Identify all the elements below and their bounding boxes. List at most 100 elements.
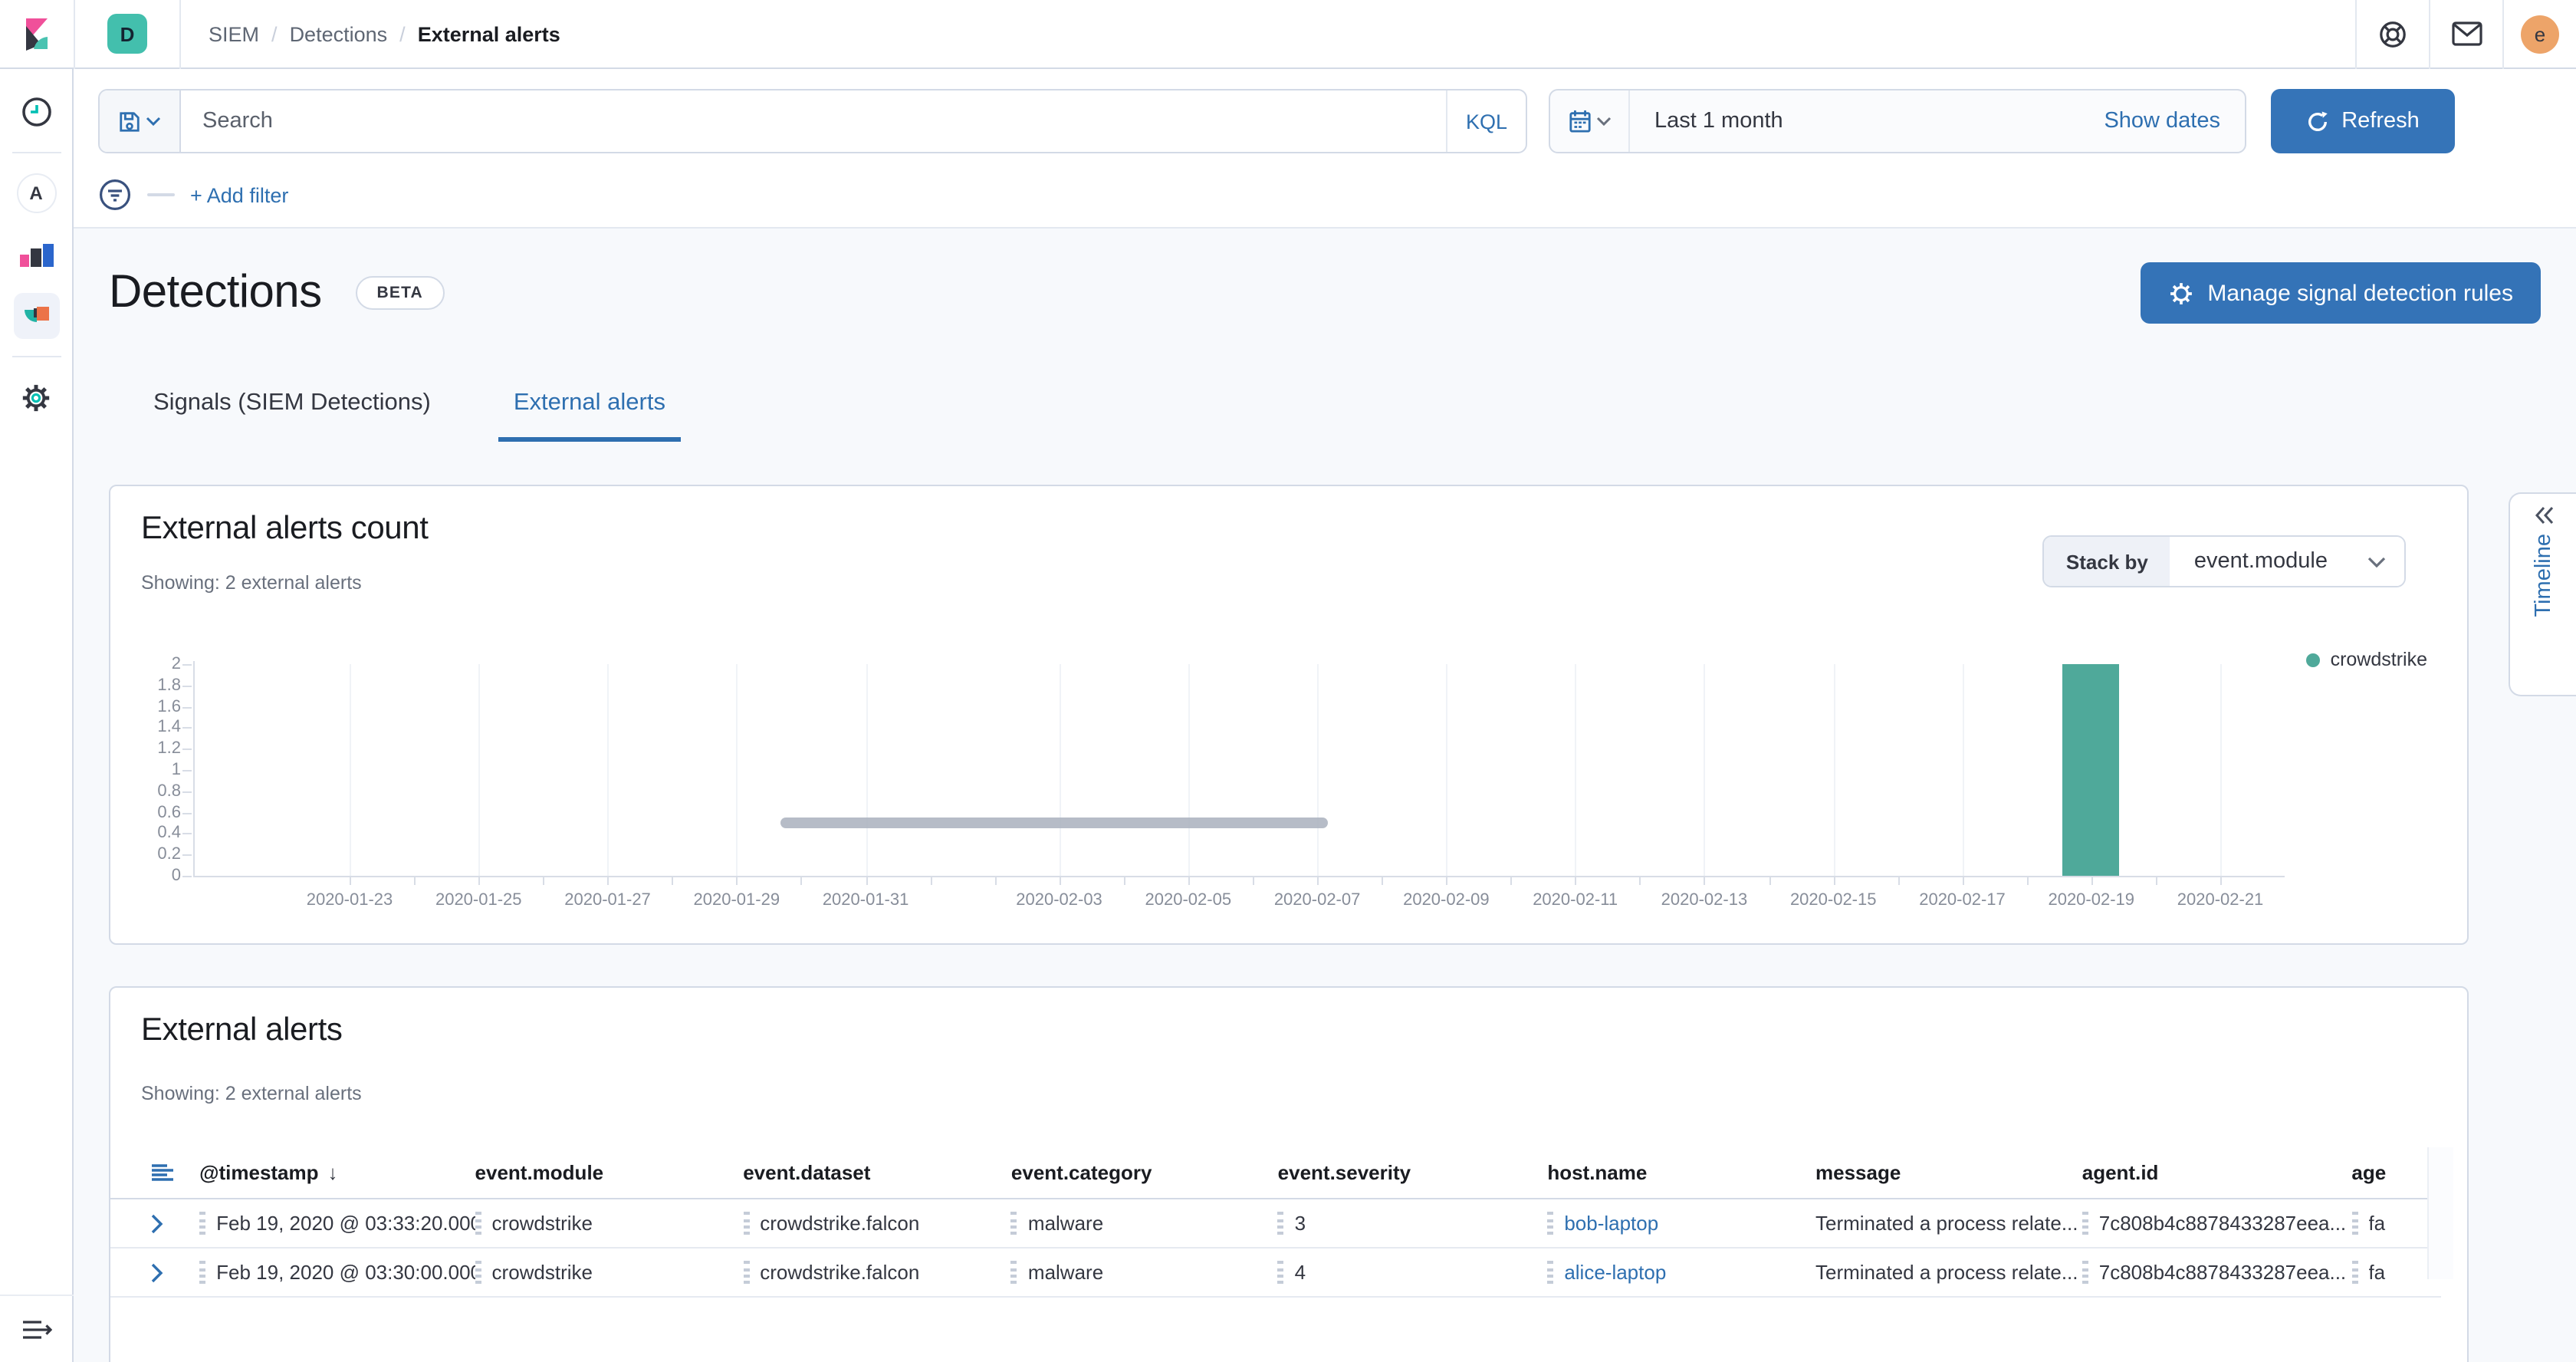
sidebar-item-app-a[interactable]: A <box>0 163 73 224</box>
newsfeed-button[interactable] <box>2430 0 2502 68</box>
add-filter-button[interactable]: + Add filter <box>190 183 288 206</box>
table-scrollbar-track[interactable] <box>2427 1147 2453 1279</box>
table-panel-subtitle: Showing: 2 external alerts <box>141 1083 362 1104</box>
drag-handle[interactable] <box>2082 1212 2088 1235</box>
chart-legend[interactable]: crowdstrike <box>2306 649 2427 670</box>
column-header-event-severity[interactable]: event.severity <box>1278 1161 1548 1184</box>
space-badge[interactable]: D <box>107 14 147 54</box>
x-axis-tick <box>1060 877 1061 885</box>
saved-query-menu-button[interactable] <box>100 90 181 152</box>
sidebar-item-management[interactable] <box>0 367 73 428</box>
drag-handle[interactable] <box>199 1261 205 1284</box>
external-alerts-bar-chart[interactable]: 00.20.40.60.811.21.41.61.822020-01-23202… <box>141 649 2303 928</box>
date-picker: Last 1 month Show dates <box>1549 89 2246 153</box>
x-gridline <box>737 664 738 876</box>
kibana-logo[interactable] <box>0 15 74 52</box>
timeline-flyout-toggle[interactable]: Timeline <box>2509 492 2576 696</box>
avatar: e <box>2521 15 2559 53</box>
column-header-event-module[interactable]: event.module <box>475 1161 744 1184</box>
refresh-button[interactable]: Refresh <box>2271 89 2455 153</box>
expand-row-icon[interactable] <box>150 1212 164 1234</box>
kql-switch-button[interactable]: KQL <box>1446 90 1526 152</box>
legend-dot <box>2306 653 2320 666</box>
agent-id-cell: 7c808b4c8878433287eea... <box>2099 1212 2346 1235</box>
timestamp-cell: Feb 19, 2020 @ 03:30:00.000 <box>216 1261 475 1284</box>
host-name-link[interactable]: bob-laptop <box>1564 1212 1658 1235</box>
drag-handle[interactable] <box>475 1212 481 1235</box>
filter-icon[interactable] <box>98 178 132 212</box>
host-name-link[interactable]: alice-laptop <box>1564 1261 1666 1284</box>
chevron-down-icon <box>1595 117 1611 126</box>
refresh-icon <box>2306 110 2329 133</box>
y-axis-tick-label: 0.2 <box>141 845 181 864</box>
x-axis-tick-label: 2020-02-19 <box>2027 891 2156 910</box>
drag-handle[interactable] <box>743 1261 749 1284</box>
filter-row: + Add filter <box>98 173 288 216</box>
y-axis-tick <box>182 812 192 814</box>
event-dataset-cell: crowdstrike.falcon <box>760 1212 919 1235</box>
drag-handle[interactable] <box>1011 1261 1017 1284</box>
drag-handle[interactable] <box>1011 1212 1017 1235</box>
tab-external-alerts[interactable]: External alerts <box>498 377 681 442</box>
drag-handle[interactable] <box>2351 1212 2358 1235</box>
y-axis-tick-label: 1 <box>141 761 181 779</box>
sidebar-item-siem[interactable] <box>0 285 73 347</box>
truncated-cell: fa <box>2368 1212 2385 1235</box>
show-dates-button[interactable]: Show dates <box>2104 109 2245 133</box>
drag-handle[interactable] <box>1547 1261 1553 1284</box>
date-quick-menu-button[interactable] <box>1550 90 1630 152</box>
column-header-agent-id[interactable]: agent.id <box>2082 1161 2352 1184</box>
double-chevron-left-icon <box>2534 506 2554 525</box>
columns-settings-icon[interactable] <box>150 1162 175 1183</box>
drag-handle[interactable] <box>2351 1261 2358 1284</box>
x-axis-tick <box>994 877 996 885</box>
y-axis-tick <box>182 770 192 771</box>
stack-by-select[interactable]: event.module <box>2170 537 2404 586</box>
chart-bar-crowdstrike <box>2063 664 2120 876</box>
x-axis-tick-label: 2020-02-15 <box>1769 891 1898 910</box>
sidebar-item-visualize[interactable] <box>0 224 73 285</box>
y-axis-tick-label: 2 <box>141 655 181 673</box>
x-axis-tick <box>866 877 867 885</box>
x-axis-tick <box>1124 877 1125 885</box>
x-gridline <box>866 664 867 876</box>
expand-row-icon[interactable] <box>150 1262 164 1283</box>
drag-handle[interactable] <box>2082 1261 2088 1284</box>
column-header-event-category[interactable]: event.category <box>1011 1161 1278 1184</box>
collapse-nav-button[interactable] <box>0 1295 73 1362</box>
recently-viewed-button[interactable] <box>0 81 73 143</box>
search-input[interactable]: Search <box>181 90 1446 152</box>
date-range-value[interactable]: Last 1 month <box>1630 109 2104 133</box>
drag-handle[interactable] <box>743 1212 749 1235</box>
column-header-host-name[interactable]: host.name <box>1547 1161 1815 1184</box>
drag-handle[interactable] <box>1547 1212 1553 1235</box>
timeline-label: Timeline <box>2532 534 2556 617</box>
breadcrumb-siem[interactable]: SIEM <box>209 22 259 45</box>
drag-handle[interactable] <box>475 1261 481 1284</box>
y-axis-tick-label: 1.2 <box>141 739 181 758</box>
drag-handle[interactable] <box>1278 1212 1284 1235</box>
tab-signals[interactable]: Signals (SIEM Detections) <box>138 377 446 442</box>
x-axis-tick <box>478 877 480 885</box>
bar-chart-icon <box>19 243 53 266</box>
filter-divider <box>147 193 175 196</box>
x-axis-tick-label: 2020-02-05 <box>1124 891 1253 910</box>
breadcrumb-detections[interactable]: Detections <box>290 22 388 45</box>
y-axis-line <box>193 661 195 876</box>
kibana-logo-icon <box>18 15 55 52</box>
column-header-timestamp[interactable]: @timestamp ↓ <box>199 1161 475 1184</box>
help-button[interactable] <box>2357 0 2429 68</box>
drag-handle[interactable] <box>199 1212 205 1235</box>
help-icon <box>2378 19 2407 48</box>
alerts-table: @timestamp ↓ event.module event.dataset … <box>110 1147 2441 1298</box>
column-header-message[interactable]: message <box>1815 1161 2082 1184</box>
horizontal-scrollbar-thumb[interactable] <box>780 818 1328 828</box>
column-header-event-dataset[interactable]: event.dataset <box>743 1161 1011 1184</box>
table-row: Feb 19, 2020 @ 03:30:00.000 crowdstrike … <box>110 1248 2441 1298</box>
x-axis-tick-label: 2020-02-09 <box>1382 891 1510 910</box>
drag-handle[interactable] <box>1278 1261 1284 1284</box>
manage-signal-detection-rules-button[interactable]: Manage signal detection rules <box>2140 262 2541 324</box>
user-menu[interactable]: e <box>2504 0 2576 68</box>
x-axis-tick <box>1833 877 1835 885</box>
left-navigation: A <box>0 69 74 1362</box>
